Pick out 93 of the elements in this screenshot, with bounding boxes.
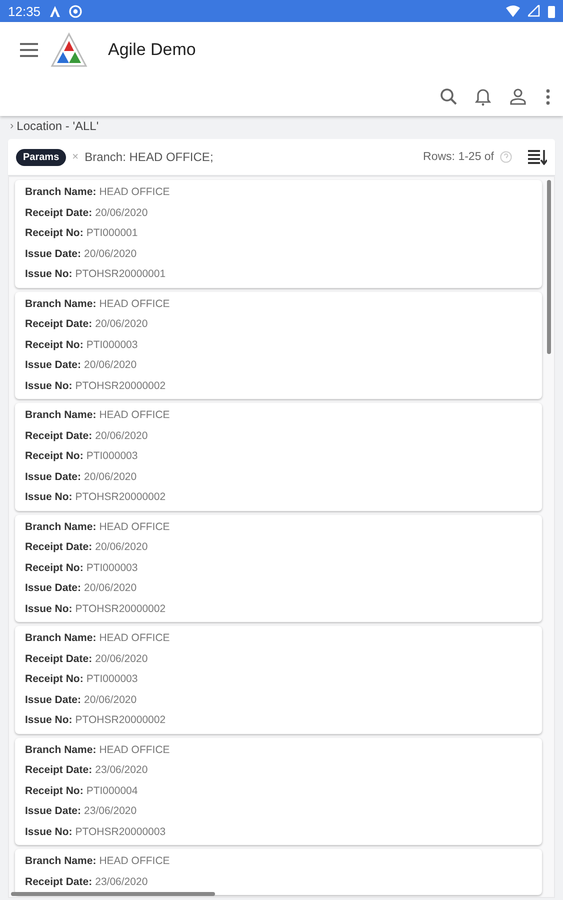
- field-label: Issue No:: [25, 268, 72, 280]
- field-label: Issue Date:: [25, 248, 82, 260]
- record-card[interactable]: Branch Name: HEAD OFFICE Receipt Date: 20/06/2020 Receipt No: PTI000003 Issue Date: 20/06/2020 Issue No: PTOHSR20000002: [15, 626, 542, 734]
- menu-icon[interactable]: [20, 42, 38, 58]
- field-value: 20/06/2020: [84, 582, 137, 594]
- field-label: Receipt Date:: [25, 876, 92, 888]
- field-label: Receipt Date:: [25, 318, 92, 330]
- field-label: Branch Name:: [25, 744, 96, 756]
- field-value: PTOHSR20000003: [75, 826, 166, 838]
- search-icon[interactable]: [440, 88, 457, 106]
- field-value: PTOHSR20000001: [75, 268, 166, 280]
- field-value: 20/06/2020: [95, 652, 148, 665]
- field-label: Issue No:: [25, 380, 72, 392]
- field-label: Receipt Date:: [25, 430, 92, 442]
- field-value: 20/06/2020: [95, 430, 148, 442]
- battery-icon: [548, 4, 555, 18]
- record-card[interactable]: Branch Name: HEAD OFFICE Receipt Date: 23/06/2020: [15, 849, 542, 895]
- field-value: 20/06/2020: [95, 206, 148, 219]
- breadcrumb-label: Location - 'ALL': [16, 119, 99, 133]
- field-value: 23/06/2020: [95, 876, 148, 888]
- field-label: Issue Date:: [25, 694, 82, 706]
- field-label: Issue No:: [25, 714, 72, 726]
- field-label: Issue Date:: [25, 805, 82, 818]
- field-label: Receipt No:: [25, 338, 84, 351]
- field-label: Receipt Date:: [25, 541, 92, 554]
- field-label: Branch Name:: [25, 632, 96, 644]
- rows-count: Rows: 1-25 of: [423, 151, 494, 163]
- field-value: PTI000001: [86, 227, 138, 240]
- field-label: Issue No:: [25, 826, 72, 838]
- sort-list-icon[interactable]: [528, 150, 547, 164]
- clock-time: 12:35: [8, 4, 41, 18]
- field-label: Receipt Date:: [25, 764, 92, 776]
- record-card[interactable]: Branch Name: HEAD OFFICE Receipt Date: 20/06/2020 Receipt No: PTI000003 Issue Date: 20/06/2020 Issue No: PTOHSR20000002: [15, 292, 542, 399]
- field-label: Receipt No:: [25, 227, 84, 240]
- triangle-logo-icon: [50, 32, 88, 68]
- wifi-icon: [506, 5, 520, 17]
- field-label: Issue No:: [25, 602, 72, 615]
- record-card[interactable]: Branch Name: HEAD OFFICE Receipt Date: 20/06/2020 Receipt No: PTI000001 Issue Date: 20/06/2020 Issue No: PTOHSR20000001: [15, 180, 542, 288]
- field-label: Issue Date:: [25, 582, 82, 594]
- more-icon[interactable]: [545, 88, 551, 106]
- field-label: Branch Name:: [25, 298, 96, 310]
- field-value: HEAD OFFICE: [99, 744, 170, 756]
- field-value: 20/06/2020: [84, 694, 137, 706]
- field-value: 20/06/2020: [95, 318, 148, 330]
- horizontal-scrollbar[interactable]: [11, 892, 215, 896]
- field-value: HEAD OFFICE: [99, 520, 170, 533]
- field-label: Receipt No:: [25, 673, 84, 686]
- record-card[interactable]: Branch Name: HEAD OFFICE Receipt Date: 20/06/2020 Receipt No: PTI000003 Issue Date: 20/06/2020 Issue No: PTOHSR20000002: [15, 514, 542, 622]
- field-label: Branch Name:: [25, 855, 96, 868]
- field-label: Issue No:: [25, 491, 72, 504]
- help-icon: [500, 151, 512, 163]
- field-value: HEAD OFFICE: [99, 855, 170, 868]
- field-value: PTOHSR20000002: [75, 714, 166, 726]
- field-value: 20/06/2020: [84, 470, 137, 483]
- field-value: PTOHSR20000002: [75, 380, 166, 392]
- field-label: Branch Name:: [25, 186, 96, 198]
- field-label: Issue Date:: [25, 359, 82, 372]
- field-value: PTOHSR20000002: [75, 491, 166, 504]
- field-value: 20/06/2020: [95, 541, 148, 554]
- field-value: HEAD OFFICE: [99, 298, 170, 310]
- params-chip[interactable]: Params: [16, 148, 66, 166]
- field-value: 23/06/2020: [84, 805, 137, 818]
- letter-a-icon: [48, 4, 61, 18]
- field-value: PTI000003: [86, 450, 138, 462]
- field-label: Branch Name:: [25, 520, 96, 533]
- vertical-scrollbar[interactable]: [547, 180, 551, 354]
- field-value: HEAD OFFICE: [99, 186, 170, 198]
- app-title: Agile Demo: [108, 40, 196, 60]
- field-value: PTOHSR20000002: [75, 602, 166, 615]
- field-value: PTI000004: [86, 784, 138, 797]
- field-value: HEAD OFFICE: [99, 632, 170, 644]
- field-value: PTI000003: [86, 562, 138, 574]
- chevron[interactable]: ›: [10, 120, 14, 132]
- field-value: 23/06/2020: [95, 764, 148, 776]
- person-icon[interactable]: [510, 88, 527, 106]
- field-value: HEAD OFFICE: [99, 409, 170, 422]
- record-card[interactable]: Branch Name: HEAD OFFICE Receipt Date: 20/06/2020 Receipt No: PTI000003 Issue Date: 20/06/2020 Issue No: PTOHSR20000002: [15, 403, 542, 510]
- field-label: Receipt No:: [25, 450, 84, 462]
- field-label: Receipt No:: [25, 784, 84, 797]
- circle-icon: [68, 4, 82, 18]
- field-value: 20/06/2020: [84, 359, 137, 372]
- field-value: PTI000003: [86, 673, 138, 686]
- record-card[interactable]: Branch Name: HEAD OFFICE Receipt Date: 23/06/2020 Receipt No: PTI000004 Issue Date: 23/06/2020 Issue No: PTOHSR20000003: [15, 738, 542, 845]
- field-label: Branch Name:: [25, 409, 96, 422]
- bell-icon[interactable]: [475, 88, 492, 106]
- field-label: Issue Date:: [25, 470, 82, 483]
- field-value: 20/06/2020: [84, 248, 137, 260]
- signal-icon: [528, 5, 540, 17]
- field-label: Receipt Date:: [25, 652, 92, 665]
- field-label: Receipt Date:: [25, 206, 92, 219]
- field-value: PTI000003: [86, 338, 138, 351]
- filter-text: Branch: HEAD OFFICE;: [84, 150, 214, 164]
- field-label: Receipt No:: [25, 562, 84, 574]
